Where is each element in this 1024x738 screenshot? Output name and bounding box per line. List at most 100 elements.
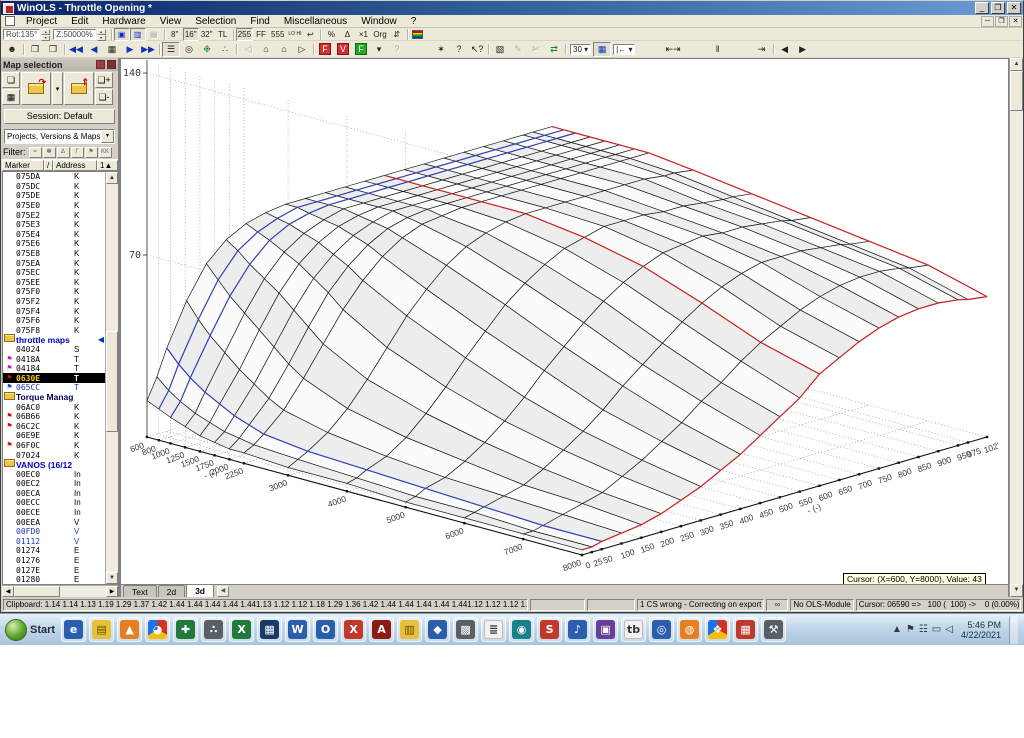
restore-button[interactable]: ❐ — [991, 2, 1005, 14]
page-add-button[interactable]: ❏+ — [95, 72, 113, 88]
rotation-spinner[interactable]: ▴ ▾ — [41, 28, 51, 41]
map-list-row[interactable]: 075F8 K — [3, 326, 105, 336]
zoom-spinner[interactable]: ▴ ▾ — [96, 28, 106, 41]
import-b-button[interactable]: ⌂ — [275, 42, 293, 57]
tab-scroll-left-button[interactable]: ◀ — [216, 586, 229, 597]
taskbar-photos[interactable]: ▣ — [593, 617, 619, 642]
filter-kk-button[interactable]: KK — [98, 146, 112, 158]
scrollbar-thumb[interactable] — [14, 586, 60, 597]
scroll-down-icon[interactable]: ▼ — [1010, 584, 1023, 597]
map-list-row[interactable]: 075E8 K — [3, 249, 105, 259]
list-horizontal-scrollbar[interactable]: ◀ ▶ — [2, 585, 118, 597]
menu-item[interactable]: Miscellaneous — [277, 15, 354, 28]
menu-item[interactable]: Hardware — [95, 15, 152, 28]
taskbar-gimp[interactable]: ∴ — [201, 617, 227, 642]
map-list-row[interactable]: 07024 K — [3, 450, 105, 460]
mdi-restore-button[interactable]: ❐ — [995, 15, 1008, 27]
map-list-row[interactable]: 075E4 K — [3, 230, 105, 240]
filter-equal-button[interactable]: = — [28, 146, 42, 158]
map-list-row[interactable]: 06B66 K — [3, 412, 105, 422]
map-list-row[interactable]: 00ECE In — [3, 508, 105, 518]
col-width-button[interactable]: ⇤⇥ — [663, 42, 682, 57]
map-list-row[interactable]: 06C2C K — [3, 421, 105, 431]
toolbar-button[interactable] — [727, 42, 753, 57]
footprints-button[interactable]: ∴ — [216, 42, 234, 57]
width-8bit-button[interactable]: 8" — [167, 28, 183, 41]
scroll-up-icon[interactable]: ▲ — [1010, 58, 1023, 71]
taskbar-folder[interactable]: ▥ — [397, 617, 423, 642]
map-list-row[interactable]: 00ECA In — [3, 489, 105, 499]
user-button[interactable]: ☻ — [3, 42, 21, 57]
tab-3d[interactable]: 3d — [186, 584, 214, 597]
taskbar-vlc[interactable]: ▲ — [117, 617, 143, 642]
close-button[interactable]: ✕ — [1007, 2, 1021, 14]
original-button[interactable]: Org — [371, 28, 388, 41]
tray-display[interactable]: ▭ — [932, 624, 941, 635]
menu-item[interactable]: Edit — [64, 15, 95, 28]
map-list-row[interactable]: throttle maps ◀ — [3, 335, 105, 345]
mdi-minimize-button[interactable]: ─ — [981, 15, 994, 27]
map-list-row[interactable]: 075E2 K — [3, 210, 105, 220]
tray-action-center[interactable]: ⚑ — [906, 624, 915, 635]
cut-button[interactable]: ✄ — [527, 42, 545, 57]
show-factor-button[interactable]: F — [316, 42, 334, 57]
nav-first-button[interactable]: ◀◀ — [67, 42, 85, 57]
taskbar-chrome[interactable]: ◕ — [145, 617, 171, 642]
tab-text[interactable]: Text — [123, 585, 157, 597]
percent-button[interactable]: % — [323, 28, 339, 41]
taskbar-outlook[interactable]: O — [313, 617, 339, 642]
taskbar-clock[interactable]: 5:46 PM 4/22/2021 — [957, 620, 1005, 640]
show-dropdown[interactable]: ▾ — [370, 42, 388, 57]
map-list-row[interactable]: 01274 E — [3, 546, 105, 556]
window-tile-button[interactable]: ❒ — [44, 42, 62, 57]
taskbar-tools[interactable]: ⚒ — [761, 617, 787, 642]
scroll-left-icon[interactable]: ◀ — [2, 586, 14, 597]
display-decimal-button[interactable]: 255 — [235, 27, 254, 41]
taskbar-explorer[interactable]: ▤ — [89, 617, 115, 642]
map-list-row[interactable]: 04184 T — [3, 364, 105, 374]
map-list-row[interactable]: 01112 V — [3, 537, 105, 547]
tray-network[interactable]: ☷ — [919, 624, 928, 635]
taskbar-thunderbird[interactable]: tb — [621, 617, 647, 642]
tray-volume[interactable]: ◁ — [945, 624, 953, 635]
sync-button[interactable]: ⇄ — [545, 42, 563, 57]
map-list-row[interactable]: 075DE K — [3, 191, 105, 201]
map-selection-button[interactable]: ☰ — [162, 41, 180, 57]
map-list-row[interactable]: 075F2 K — [3, 297, 105, 307]
taskbar-app-color[interactable]: ❖ — [705, 617, 731, 642]
map-list-row[interactable]: 075DA K — [3, 172, 105, 182]
window-properties-button[interactable]: ❐ — [26, 42, 44, 57]
map-list-row[interactable]: 075DC K — [3, 182, 105, 192]
help-button[interactable]: ? — [450, 42, 468, 57]
map-list-row[interactable]: 00ECC In — [3, 498, 105, 508]
scroll-right-button[interactable]: ▶ — [794, 42, 812, 57]
swap-button[interactable]: ↩ — [302, 28, 318, 41]
taskbar-app-green[interactable]: ✚ — [173, 617, 199, 642]
taskbar-excel[interactable]: X — [229, 617, 255, 642]
width-16bit-button[interactable]: 16" — [182, 27, 199, 41]
map-list-row[interactable]: 0127E E — [3, 565, 105, 575]
grid-blue-button[interactable]: ▦ — [593, 41, 612, 57]
map-list-row[interactable]: VANOS (16/12 — [3, 460, 105, 470]
map-list-row[interactable]: 00EEA V — [3, 517, 105, 527]
turtle-button[interactable]: ❉ — [198, 42, 216, 57]
map-list-row[interactable]: 00FD0 V — [3, 527, 105, 537]
map-list-row[interactable]: 06F0C K — [3, 441, 105, 451]
toolbar-button[interactable] — [683, 42, 709, 57]
taskbar-opera[interactable]: ◍ — [677, 617, 703, 642]
zoom-step-combo[interactable]: 30 ▾ — [568, 42, 593, 57]
filter-flag-button[interactable]: ⚑ — [84, 146, 98, 158]
map-list-row[interactable]: 01276 E — [3, 556, 105, 566]
minimize-button[interactable]: _ — [975, 2, 989, 14]
map-list-row[interactable]: 06E9E K — [3, 431, 105, 441]
map-list-row[interactable]: 075EE K — [3, 278, 105, 288]
map-list-row[interactable]: 075EA K — [3, 258, 105, 268]
open-dropdown-button[interactable]: ▾ — [52, 72, 63, 105]
tray-show-hidden[interactable]: ▲ — [892, 624, 902, 635]
mdi-close-button[interactable]: ✕ — [1009, 15, 1022, 27]
nav-last-button[interactable]: ▶▶ — [139, 42, 157, 57]
toolbar-button[interactable] — [637, 42, 663, 57]
whats-this-button[interactable]: ↖? — [468, 42, 486, 57]
width-tl-button[interactable]: TL — [215, 28, 231, 41]
start-label[interactable]: Start — [30, 624, 55, 636]
